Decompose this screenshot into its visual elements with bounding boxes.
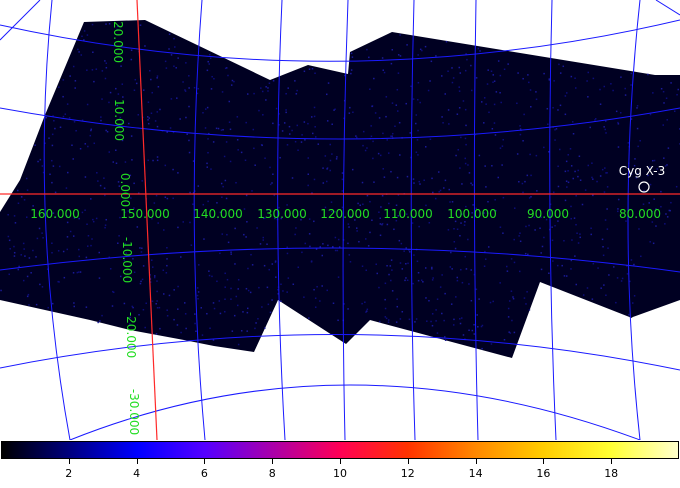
colorbar-tick: [543, 459, 545, 464]
colorbar-tick: [272, 459, 274, 464]
lon-label: 140.000: [193, 207, 243, 221]
colorbar-tick-label: 18: [604, 467, 619, 480]
colorbar-gradient: [1, 441, 679, 459]
colorbar-tick-label: 2: [65, 467, 73, 480]
longitude-labels: 160.000 150.000 140.000 130.000 120.000 …: [30, 207, 661, 221]
lat-label: 0.000: [118, 173, 132, 207]
lon-label: 90.000: [527, 207, 569, 221]
lat-label: 20.000: [111, 21, 125, 63]
colorbar-tick: [136, 459, 138, 464]
colorbar-tick-label: 14: [468, 467, 483, 480]
colorbar-tick: [407, 459, 409, 464]
lon-label: 100.000: [447, 207, 497, 221]
sky-map[interactable]: 160.000 150.000 140.000 130.000 120.000 …: [0, 0, 680, 440]
lon-label: 80.000: [619, 207, 661, 221]
colorbar-tick-label: 4: [133, 467, 141, 480]
colorbar-tick-label: 8: [268, 467, 276, 480]
lat-label: -30.000: [127, 389, 141, 435]
colorbar-tick: [340, 459, 341, 464]
colorbar: 2 4 6 8 10 12 14 16 18: [0, 440, 680, 488]
lon-label: 130.000: [257, 207, 307, 221]
colorbar-tick-label: 12: [400, 467, 415, 480]
colorbar-tick: [68, 459, 70, 464]
lat-label: -20.000: [124, 312, 138, 358]
colorbar-tick: [204, 459, 206, 464]
lat-label: 10.000: [112, 99, 126, 141]
lon-label: 150.000: [120, 207, 170, 221]
colorbar-tick-label: 10: [333, 467, 347, 480]
colorbar-tick: [611, 459, 613, 464]
lat-label: -10.000: [120, 237, 134, 283]
colorbar-tick-label: 16: [536, 467, 551, 480]
colorbar-tick-label: 6: [200, 467, 208, 480]
source-label: Cyg X-3: [619, 164, 666, 178]
lon-label: 120.000: [320, 207, 370, 221]
lon-label: 160.000: [30, 207, 80, 221]
lon-label: 110.000: [383, 207, 433, 221]
colorbar-tick: [475, 459, 477, 464]
